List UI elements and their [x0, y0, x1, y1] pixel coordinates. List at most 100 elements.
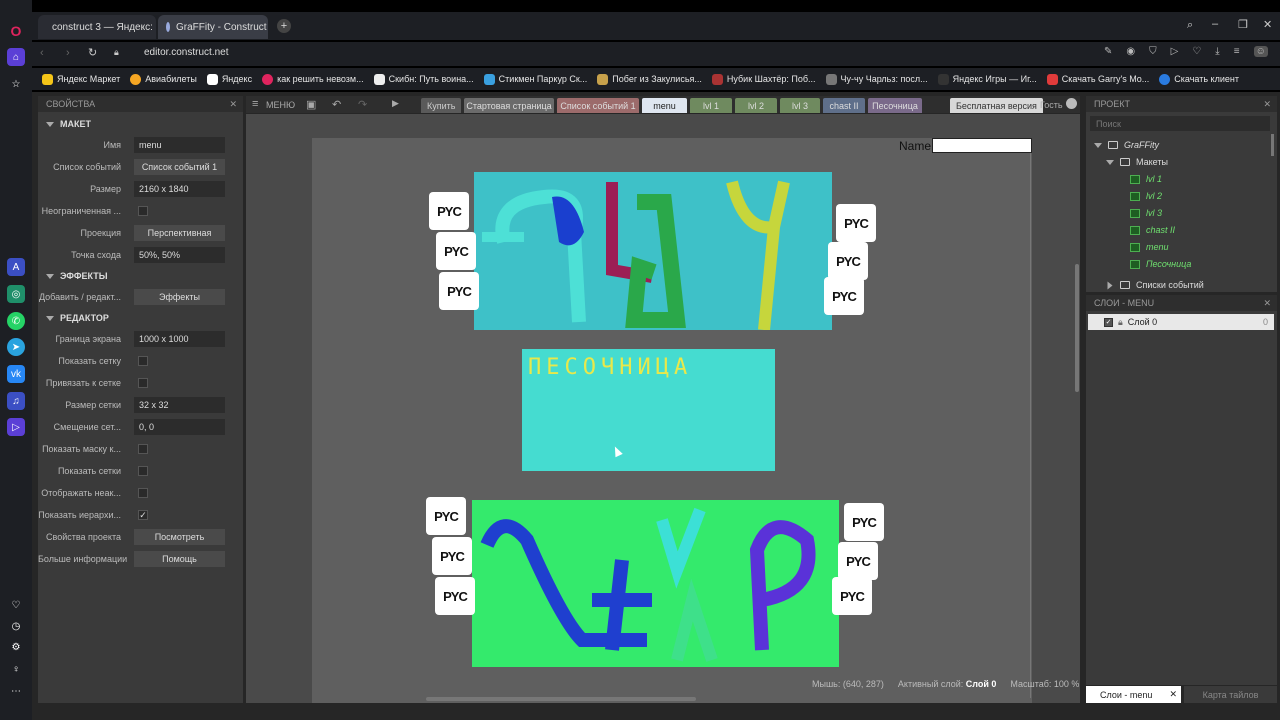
property-checkbox[interactable]	[138, 378, 148, 388]
tab-6[interactable]: chast II	[823, 98, 865, 113]
tree-layout-item[interactable]: menu	[1130, 242, 1169, 252]
url-input[interactable]: editor.construct.net	[144, 47, 229, 58]
vk-icon[interactable]: vk	[7, 365, 25, 383]
tree-root[interactable]: GraFFity	[1094, 140, 1159, 150]
whatsapp-icon[interactable]: ✆	[7, 312, 25, 330]
sandbox-button-sprite[interactable]: ПЕСОЧНИЦА	[522, 349, 775, 471]
property-checkbox[interactable]: ✓	[138, 510, 148, 520]
pyc-sprite[interactable]: PYC	[439, 272, 479, 310]
name-label[interactable]: Name	[899, 139, 931, 153]
telegram-icon[interactable]: ➤	[7, 338, 25, 356]
forward-icon[interactable]: ›	[66, 47, 70, 59]
pyc-sprite[interactable]: PYC	[828, 242, 868, 280]
close-window-button[interactable]: ✕	[1263, 18, 1272, 31]
property-button[interactable]: Список событий 1	[134, 159, 225, 175]
pyc-sprite[interactable]: PYC	[836, 204, 876, 242]
tab-7[interactable]: Песочница	[868, 98, 922, 113]
preview-play-icon[interactable]: ▶	[392, 98, 399, 109]
pyc-sprite[interactable]: PYC	[429, 192, 469, 230]
clock-icon[interactable]: ◷	[7, 617, 25, 635]
name-textbox[interactable]	[932, 138, 1032, 153]
pyc-sprite[interactable]: PYC	[832, 577, 872, 615]
close-icon[interactable]: ✕	[1263, 99, 1271, 110]
tree-layouts-folder[interactable]: Макеты	[1106, 157, 1168, 167]
bookmark[interactable]: Скибн: Путь воина...	[373, 73, 474, 85]
play-button-sprite[interactable]	[474, 172, 832, 330]
new-tab-button[interactable]: +	[277, 19, 291, 33]
section-effects[interactable]: ЭФФЕКТЫ	[38, 266, 243, 286]
bookmark[interactable]: Скачать Garry's Mo...	[1046, 73, 1149, 85]
guest-label[interactable]: Гость	[1040, 100, 1063, 110]
pyc-sprite[interactable]: PYC	[824, 277, 864, 315]
tab-1[interactable]: Список событий 1	[557, 98, 639, 113]
minimize-button[interactable]: –	[1212, 18, 1218, 30]
bookmark[interactable]: Стикмен Паркур Ск...	[483, 73, 587, 85]
bookmark[interactable]: Яндекс	[206, 73, 252, 85]
pyc-sprite[interactable]: PYC	[838, 542, 878, 580]
camera-icon[interactable]: ◉	[1126, 46, 1135, 57]
tab-layers-menu[interactable]: Слои - menu ✕	[1086, 686, 1181, 703]
property-button[interactable]: Перспективная	[134, 225, 225, 241]
close-icon[interactable]: ✕	[1169, 689, 1177, 700]
buy-button[interactable]: Купить	[421, 98, 462, 113]
property-field[interactable]: 50%, 50%	[134, 247, 225, 263]
pyc-sprite[interactable]: PYC	[426, 497, 466, 535]
menu-icon[interactable]: ≡	[1234, 46, 1240, 57]
play-icon[interactable]: ▷	[1171, 46, 1179, 57]
tree-layout-item[interactable]: lvl 2	[1130, 191, 1162, 201]
undo-icon[interactable]: ↶	[332, 98, 341, 111]
bookmark[interactable]: Авиабилеты	[130, 73, 197, 85]
property-checkbox[interactable]	[138, 444, 148, 454]
search-icon[interactable]: ⌕	[1187, 19, 1193, 32]
more-icon[interactable]: ⋯	[7, 682, 25, 700]
browser-tab[interactable]: construct 3 — Яндекс: на	[38, 15, 156, 39]
star-icon[interactable]: ☆	[7, 75, 25, 93]
property-button[interactable]: Помощь	[134, 551, 225, 567]
pyc-sprite[interactable]: PYC	[436, 232, 476, 270]
music-icon[interactable]: ♫	[7, 392, 25, 410]
maximize-button[interactable]: ❐	[1238, 18, 1248, 31]
property-checkbox[interactable]	[138, 488, 148, 498]
reload-icon[interactable]: ↻	[88, 46, 97, 59]
property-field[interactable]: menu	[134, 137, 225, 153]
player-icon[interactable]: ▷	[7, 418, 25, 436]
layout-view[interactable]: Name ПЕСОЧНИЦА PYC PYC PYC PYC PYC PYC PYC PYC P…	[246, 114, 1080, 703]
redo-icon[interactable]: ↷	[358, 98, 367, 111]
property-field[interactable]: 0, 0	[134, 419, 225, 435]
save-icon[interactable]: ▣	[306, 98, 316, 111]
tab-0[interactable]: Стартовая страница	[464, 98, 554, 113]
property-field[interactable]: 32 x 32	[134, 397, 225, 413]
avatar[interactable]	[1066, 98, 1077, 109]
settings-icon[interactable]: ⚙	[7, 638, 25, 656]
tab-5[interactable]: lvl 3	[780, 98, 820, 113]
tree-eventsheets-folder[interactable]: Списки событий	[1106, 280, 1204, 290]
close-icon[interactable]: ✕	[229, 99, 237, 110]
tree-layout-item[interactable]: Песочница	[1130, 259, 1191, 269]
free-version-badge[interactable]: Бесплатная версия	[950, 98, 1043, 113]
tree-layout-item[interactable]: chast II	[1130, 225, 1175, 235]
horizontal-scrollbar[interactable]	[426, 697, 696, 701]
project-search-input[interactable]: Поиск	[1090, 116, 1270, 131]
profile-icon[interactable]: ☺	[1253, 46, 1268, 57]
layer-row[interactable]: ✓ 🔒︎ Слой 0 0	[1088, 314, 1274, 330]
bookmark[interactable]: Чу-чу Чарльз: посл...	[825, 73, 928, 85]
property-checkbox[interactable]	[138, 206, 148, 216]
property-checkbox[interactable]	[138, 356, 148, 366]
opera-logo-icon[interactable]: O	[7, 22, 25, 40]
pyc-sprite[interactable]: PYC	[435, 577, 475, 615]
download-icon[interactable]: ⤓	[1215, 46, 1219, 57]
chatgpt-icon[interactable]: ◎	[7, 285, 25, 303]
property-field[interactable]: 1000 x 1000	[134, 331, 225, 347]
tab-4[interactable]: lvl 2	[735, 98, 777, 113]
property-button[interactable]: Посмотреть	[134, 529, 225, 545]
menu-button[interactable]: МЕНЮ	[266, 100, 295, 110]
checkbox-icon[interactable]: ✓	[1104, 317, 1113, 327]
property-button[interactable]: Эффекты	[134, 289, 225, 305]
bookmark[interactable]: Побег из Закулисья...	[597, 73, 702, 85]
close-icon[interactable]: ✕	[1263, 298, 1271, 309]
edit-icon[interactable]: ✎	[1104, 46, 1112, 57]
project-scrollbar[interactable]	[1271, 134, 1274, 156]
property-checkbox[interactable]	[138, 466, 148, 476]
tab-3[interactable]: lvl 1	[690, 98, 732, 113]
bookmark[interactable]: как решить невозм...	[262, 73, 364, 85]
